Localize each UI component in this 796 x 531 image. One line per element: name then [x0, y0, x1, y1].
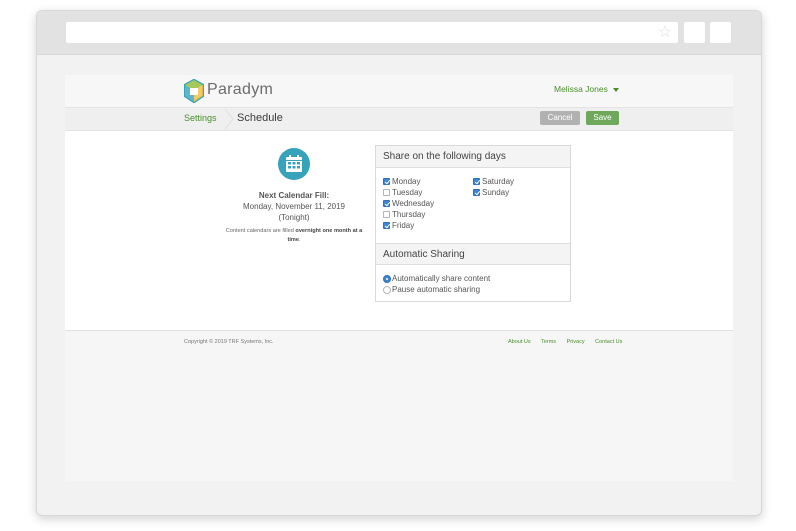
calendar-badge	[278, 148, 310, 180]
browser-window: ☆ Paradym Melissa Jones Settings Schedul…	[36, 10, 762, 516]
calendar-icon	[286, 155, 302, 172]
browser-button[interactable]	[710, 22, 731, 43]
next-fill-note: Content calendars are filled overnight o…	[225, 227, 363, 245]
page-footer: Copyright © 2019 TRF Systems, Inc. About…	[65, 332, 733, 352]
footer-link-privacy[interactable]: Privacy	[567, 339, 585, 345]
browser-toolbar: ☆	[37, 11, 761, 55]
radio-button[interactable]	[383, 286, 391, 294]
radio-label: Automatically share content	[392, 274, 491, 283]
user-name: Melissa Jones	[554, 84, 608, 94]
checkbox[interactable]	[473, 189, 480, 196]
address-bar[interactable]: ☆	[66, 22, 678, 43]
radio-button[interactable]	[383, 275, 391, 283]
save-button[interactable]: Save	[586, 111, 619, 125]
note-punctuation: .	[298, 237, 301, 243]
brand-name: Paradym	[207, 81, 274, 98]
share-days-heading: Share on the following days	[376, 146, 570, 168]
day-label: Sunday	[482, 188, 510, 197]
checkbox[interactable]	[383, 222, 390, 229]
browser-button[interactable]	[684, 22, 705, 43]
checkbox[interactable]	[383, 189, 390, 196]
footer-links: About Us Terms Privacy Contact Us	[508, 339, 631, 345]
checkbox[interactable]	[383, 200, 390, 207]
checkbox[interactable]	[383, 211, 390, 218]
chevron-right-icon	[224, 109, 234, 129]
sub-header: Settings Schedule Cancel Save	[65, 108, 733, 131]
day-label: Wednesday	[392, 199, 435, 208]
next-fill-when: (Tonight)	[278, 213, 310, 222]
next-fill-title: Next Calendar Fill:	[258, 191, 330, 200]
day-label: Monday	[392, 177, 421, 186]
user-menu[interactable]: Melissa Jones	[554, 84, 619, 94]
breadcrumb-settings[interactable]: Settings	[184, 113, 217, 123]
note-text: Content calendars are filled	[225, 228, 296, 234]
copyright: Copyright © 2019 TRF Systems, Inc.	[184, 339, 274, 345]
star-icon[interactable]: ☆	[658, 23, 672, 42]
day-label: Friday	[392, 221, 415, 230]
checkbox[interactable]	[383, 178, 390, 185]
footer-link-about[interactable]: About Us	[508, 339, 531, 345]
radio-label: Pause automatic sharing	[392, 285, 481, 294]
day-label: Thursday	[392, 210, 426, 219]
app-page: Paradym Melissa Jones Settings Schedule …	[65, 75, 733, 481]
brand-logo[interactable]: Paradym	[184, 79, 294, 104]
app-header: Paradym Melissa Jones	[65, 75, 733, 108]
cancel-button[interactable]: Cancel	[540, 111, 580, 125]
page-title: Schedule	[237, 112, 283, 124]
next-fill-date: Monday, November 11, 2019	[243, 202, 345, 211]
day-label: Tuesday	[392, 188, 423, 197]
footer-link-contact[interactable]: Contact Us	[595, 339, 622, 345]
caret-down-icon	[612, 87, 619, 92]
footer-link-terms[interactable]: Terms	[541, 339, 556, 345]
checkbox[interactable]	[473, 178, 480, 185]
sharing-settings-panel: Share on the following days Monday Tuesd…	[375, 145, 571, 302]
main-content: Next Calendar Fill: Monday, November 11,…	[65, 131, 733, 331]
auto-sharing-heading: Automatic Sharing	[376, 243, 570, 265]
paradym-logo-icon	[184, 79, 204, 103]
day-label: Saturday	[482, 177, 515, 186]
